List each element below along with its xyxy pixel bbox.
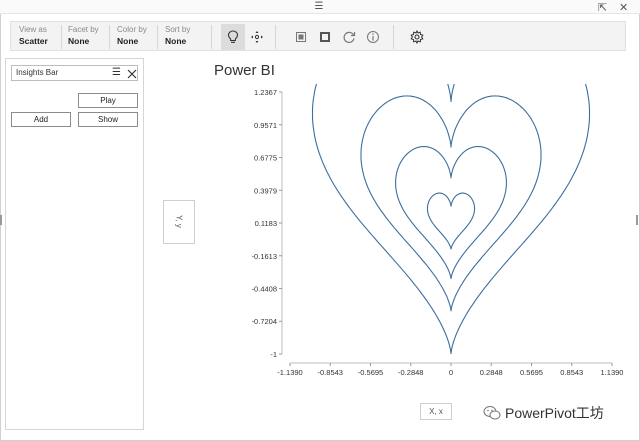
stop-button[interactable] — [313, 24, 337, 50]
show-button[interactable]: Show — [78, 112, 138, 127]
y-tick-label: 0.1183 — [255, 219, 277, 228]
refresh-icon — [343, 31, 356, 43]
sort-by-selector[interactable]: Sort by None — [165, 24, 190, 50]
heart-series-1 — [311, 84, 591, 354]
sort-by-label: Sort by — [165, 25, 191, 34]
insights-panel-title: Insights Bar — [16, 68, 59, 77]
x-tick-label: -0.8543 — [318, 368, 343, 377]
y-tick-label: 1.2367 — [254, 88, 277, 97]
wechat-icon — [483, 406, 501, 420]
heart-series-3 — [395, 145, 507, 279]
toolbar-divider — [109, 25, 110, 49]
x-tick-label: 0.8543 — [560, 368, 583, 377]
facet-by-label: Facet by — [68, 25, 99, 34]
scatter-chart: 1.2367 0.9571 0.6775 0.3979 0.1183 -0.1613 -0.… — [252, 84, 624, 377]
color-by-label: Color by — [117, 25, 147, 34]
heart-series-4 — [426, 192, 476, 250]
x-tick-label: 0.5695 — [520, 368, 543, 377]
watermark: PowerPivot工坊 — [483, 403, 604, 423]
left-splitter-handle[interactable] — [0, 215, 2, 225]
x-axis-field-box[interactable]: X, x — [420, 403, 452, 420]
y-tick-label: -0.7204 — [252, 317, 277, 326]
x-tick-label: 1.1390 — [601, 368, 624, 377]
chart-title: Power BI — [214, 62, 275, 79]
view-as-selector[interactable]: View as Scatter — [19, 24, 48, 50]
info-icon — [367, 31, 379, 43]
color-by-selector[interactable]: Color by None — [117, 24, 147, 50]
play-button[interactable]: Play — [78, 93, 138, 108]
y-axis-field-box[interactable]: Y, y — [163, 200, 195, 244]
facet-by-selector[interactable]: Facet by None — [68, 24, 99, 50]
x-tick-label: 0 — [449, 368, 453, 377]
y-axis-field-label: Y, y — [174, 215, 184, 228]
resize-icon[interactable]: ⇱ — [598, 1, 607, 14]
x-tick-label: -1.1390 — [277, 368, 302, 377]
y-tick-label: 0.3979 — [254, 186, 277, 195]
info-button[interactable] — [361, 24, 385, 50]
stop-icon — [320, 32, 330, 42]
right-splitter-handle[interactable] — [636, 215, 638, 225]
insights-panel-header: Insights Bar ☰ — [11, 65, 138, 81]
x-tick-label: 0.2848 — [480, 368, 503, 377]
panel-menu-icon[interactable]: ☰ — [112, 67, 121, 78]
y-tick-label: 0.9571 — [254, 121, 277, 130]
toolbar-divider — [157, 25, 158, 49]
view-as-label: View as — [19, 25, 47, 34]
insights-panel: Insights Bar ☰ Play Add Show — [5, 58, 144, 430]
toolbar-divider — [275, 25, 276, 49]
toolbar-divider — [211, 25, 212, 49]
title-strip: ☰ ⇱ ✕ — [0, 0, 640, 14]
select-square-icon — [296, 32, 306, 42]
select-button[interactable] — [289, 24, 313, 50]
toolbar: View as Scatter Facet by None Color by N… — [10, 21, 626, 51]
move-icon — [251, 31, 263, 43]
facet-by-value: None — [68, 36, 90, 46]
settings-button[interactable] — [405, 24, 429, 50]
menu-icon[interactable]: ☰ — [312, 2, 326, 12]
refresh-button[interactable] — [337, 24, 361, 50]
y-tick-label: -1 — [270, 350, 277, 359]
toolbar-divider — [393, 25, 394, 49]
view-as-value: Scatter — [19, 36, 48, 46]
add-button[interactable]: Add — [11, 112, 71, 127]
toolbar-divider — [61, 25, 62, 49]
panel-close-icon[interactable] — [126, 67, 138, 85]
gear-icon — [410, 30, 424, 44]
color-by-value: None — [117, 36, 139, 46]
pan-button[interactable] — [245, 24, 269, 50]
watermark-text: PowerPivot工坊 — [505, 405, 604, 421]
y-tick-label: -0.4408 — [252, 284, 277, 293]
close-window-icon[interactable]: ✕ — [619, 1, 628, 14]
x-tick-label: -0.5695 — [358, 368, 383, 377]
y-tick-label: -0.1613 — [252, 252, 277, 261]
sort-by-value: None — [165, 36, 187, 46]
x-tick-label: -0.2848 — [398, 368, 423, 377]
lightbulb-icon — [227, 30, 239, 43]
y-tick-label: 0.6775 — [254, 154, 277, 163]
insights-button[interactable] — [221, 24, 245, 50]
